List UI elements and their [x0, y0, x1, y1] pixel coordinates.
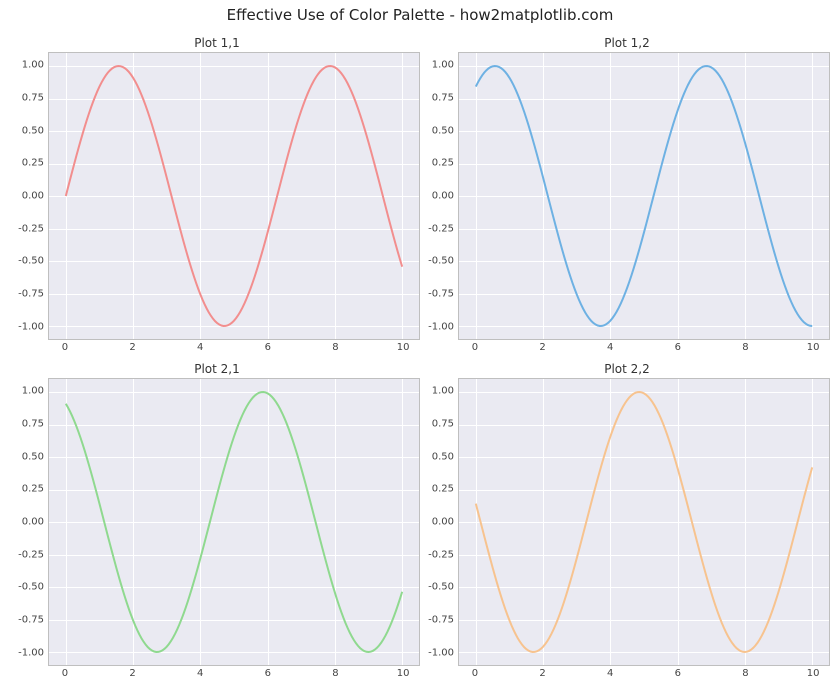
ytick-label: -1.00 [18, 647, 44, 658]
ytick-label: -0.50 [428, 582, 454, 593]
xtick-label: 8 [742, 668, 748, 679]
ytick-label: 1.00 [432, 60, 454, 71]
ytick-label: -0.25 [18, 549, 44, 560]
plot-box: -1.00 -0.75 -0.50 -0.25 0.00 0.25 0.50 0.75 1.00 [424, 378, 830, 666]
ytick-label: 1.00 [22, 60, 44, 71]
ytick-label: -1.00 [18, 321, 44, 332]
subplot-4: Plot 2,2 -1.00 -0.75 -0.50 -0.25 0.00 0.25 0.50… [424, 362, 830, 686]
plot-box: -1.00 -0.75 -0.50 -0.25 0.00 0.25 0.50 0.75 1.00 [14, 52, 420, 340]
xtick-label: 2 [129, 668, 135, 679]
ytick-label: 0.75 [432, 418, 454, 429]
axes-area [458, 52, 830, 340]
plot-box: -1.00 -0.75 -0.50 -0.25 0.00 0.25 0.50 0.75 1.00 [424, 52, 830, 340]
xtick-label: 10 [807, 342, 820, 353]
ytick-label: 0.00 [432, 517, 454, 528]
x-axis: 0 2 4 6 8 10 [48, 340, 420, 360]
ytick-label: -0.50 [18, 256, 44, 267]
xtick-label: 8 [332, 342, 338, 353]
y-axis: -1.00 -0.75 -0.50 -0.25 0.00 0.25 0.50 0.75 1.00 [424, 378, 458, 666]
ytick-label: -0.25 [428, 549, 454, 560]
ytick-label: 0.25 [432, 158, 454, 169]
ytick-label: 0.50 [432, 125, 454, 136]
xtick-label: 2 [539, 342, 545, 353]
xtick-label: 4 [607, 342, 613, 353]
ytick-label: 0.25 [432, 484, 454, 495]
ytick-label: 0.00 [22, 517, 44, 528]
ytick-label: 0.25 [22, 158, 44, 169]
subplot-title: Plot 2,1 [14, 362, 420, 376]
x-axis: 0 2 4 6 8 10 [458, 340, 830, 360]
ytick-label: 1.00 [22, 386, 44, 397]
axes-area [458, 378, 830, 666]
subplot-1: Plot 1,1 -1.00 -0.75 -0.50 -0.25 0.00 0.25 0.50… [14, 36, 420, 360]
ytick-label: 0.50 [22, 451, 44, 462]
line-curve [49, 379, 419, 665]
xtick-label: 4 [197, 668, 203, 679]
line-curve [459, 379, 829, 665]
line-curve [49, 53, 419, 339]
xtick-label: 2 [539, 668, 545, 679]
axes-area [48, 52, 420, 340]
xtick-label: 0 [62, 668, 68, 679]
y-axis: -1.00 -0.75 -0.50 -0.25 0.00 0.25 0.50 0.75 1.00 [14, 378, 48, 666]
xtick-label: 2 [129, 342, 135, 353]
subplot-2: Plot 1,2 -1.00 -0.75 -0.50 -0.25 0.00 0.25 0.50… [424, 36, 830, 360]
ytick-label: 0.75 [22, 418, 44, 429]
subplot-title: Plot 1,1 [14, 36, 420, 50]
ytick-label: -1.00 [428, 321, 454, 332]
ytick-label: 0.50 [432, 451, 454, 462]
subplot-title: Plot 1,2 [424, 36, 830, 50]
xtick-label: 10 [807, 668, 820, 679]
ytick-label: -0.75 [428, 615, 454, 626]
ytick-label: 0.00 [22, 191, 44, 202]
x-axis: 0 2 4 6 8 10 [48, 666, 420, 686]
y-axis: -1.00 -0.75 -0.50 -0.25 0.00 0.25 0.50 0.75 1.00 [14, 52, 48, 340]
ytick-label: 0.75 [432, 92, 454, 103]
ytick-label: 1.00 [432, 386, 454, 397]
xtick-label: 10 [397, 342, 410, 353]
xtick-label: 6 [675, 342, 681, 353]
ytick-label: 0.75 [22, 92, 44, 103]
x-axis: 0 2 4 6 8 10 [458, 666, 830, 686]
ytick-label: -0.25 [18, 223, 44, 234]
plot-box: -1.00 -0.75 -0.50 -0.25 0.00 0.25 0.50 0.75 1.00 [14, 378, 420, 666]
subplot-3: Plot 2,1 -1.00 -0.75 -0.50 -0.25 0.00 0.25 0.50… [14, 362, 420, 686]
xtick-label: 6 [675, 668, 681, 679]
ytick-label: -0.50 [428, 256, 454, 267]
subplot-grid: Plot 1,1 -1.00 -0.75 -0.50 -0.25 0.00 0.25 0.50… [14, 36, 830, 686]
figure-title: Effective Use of Color Palette - how2mat… [0, 6, 840, 24]
ytick-label: 0.50 [22, 125, 44, 136]
xtick-label: 6 [265, 668, 271, 679]
xtick-label: 0 [472, 668, 478, 679]
ytick-label: -0.50 [18, 582, 44, 593]
xtick-label: 0 [472, 342, 478, 353]
y-axis: -1.00 -0.75 -0.50 -0.25 0.00 0.25 0.50 0.75 1.00 [424, 52, 458, 340]
axes-area [48, 378, 420, 666]
xtick-label: 8 [742, 342, 748, 353]
ytick-label: -0.25 [428, 223, 454, 234]
ytick-label: -0.75 [428, 289, 454, 300]
subplot-title: Plot 2,2 [424, 362, 830, 376]
xtick-label: 4 [197, 342, 203, 353]
ytick-label: 0.25 [22, 484, 44, 495]
ytick-label: -0.75 [18, 289, 44, 300]
figure: Effective Use of Color Palette - how2mat… [0, 0, 840, 700]
line-curve [459, 53, 829, 339]
xtick-label: 4 [607, 668, 613, 679]
xtick-label: 8 [332, 668, 338, 679]
ytick-label: -1.00 [428, 647, 454, 658]
xtick-label: 10 [397, 668, 410, 679]
ytick-label: 0.00 [432, 191, 454, 202]
xtick-label: 6 [265, 342, 271, 353]
xtick-label: 0 [62, 342, 68, 353]
ytick-label: -0.75 [18, 615, 44, 626]
